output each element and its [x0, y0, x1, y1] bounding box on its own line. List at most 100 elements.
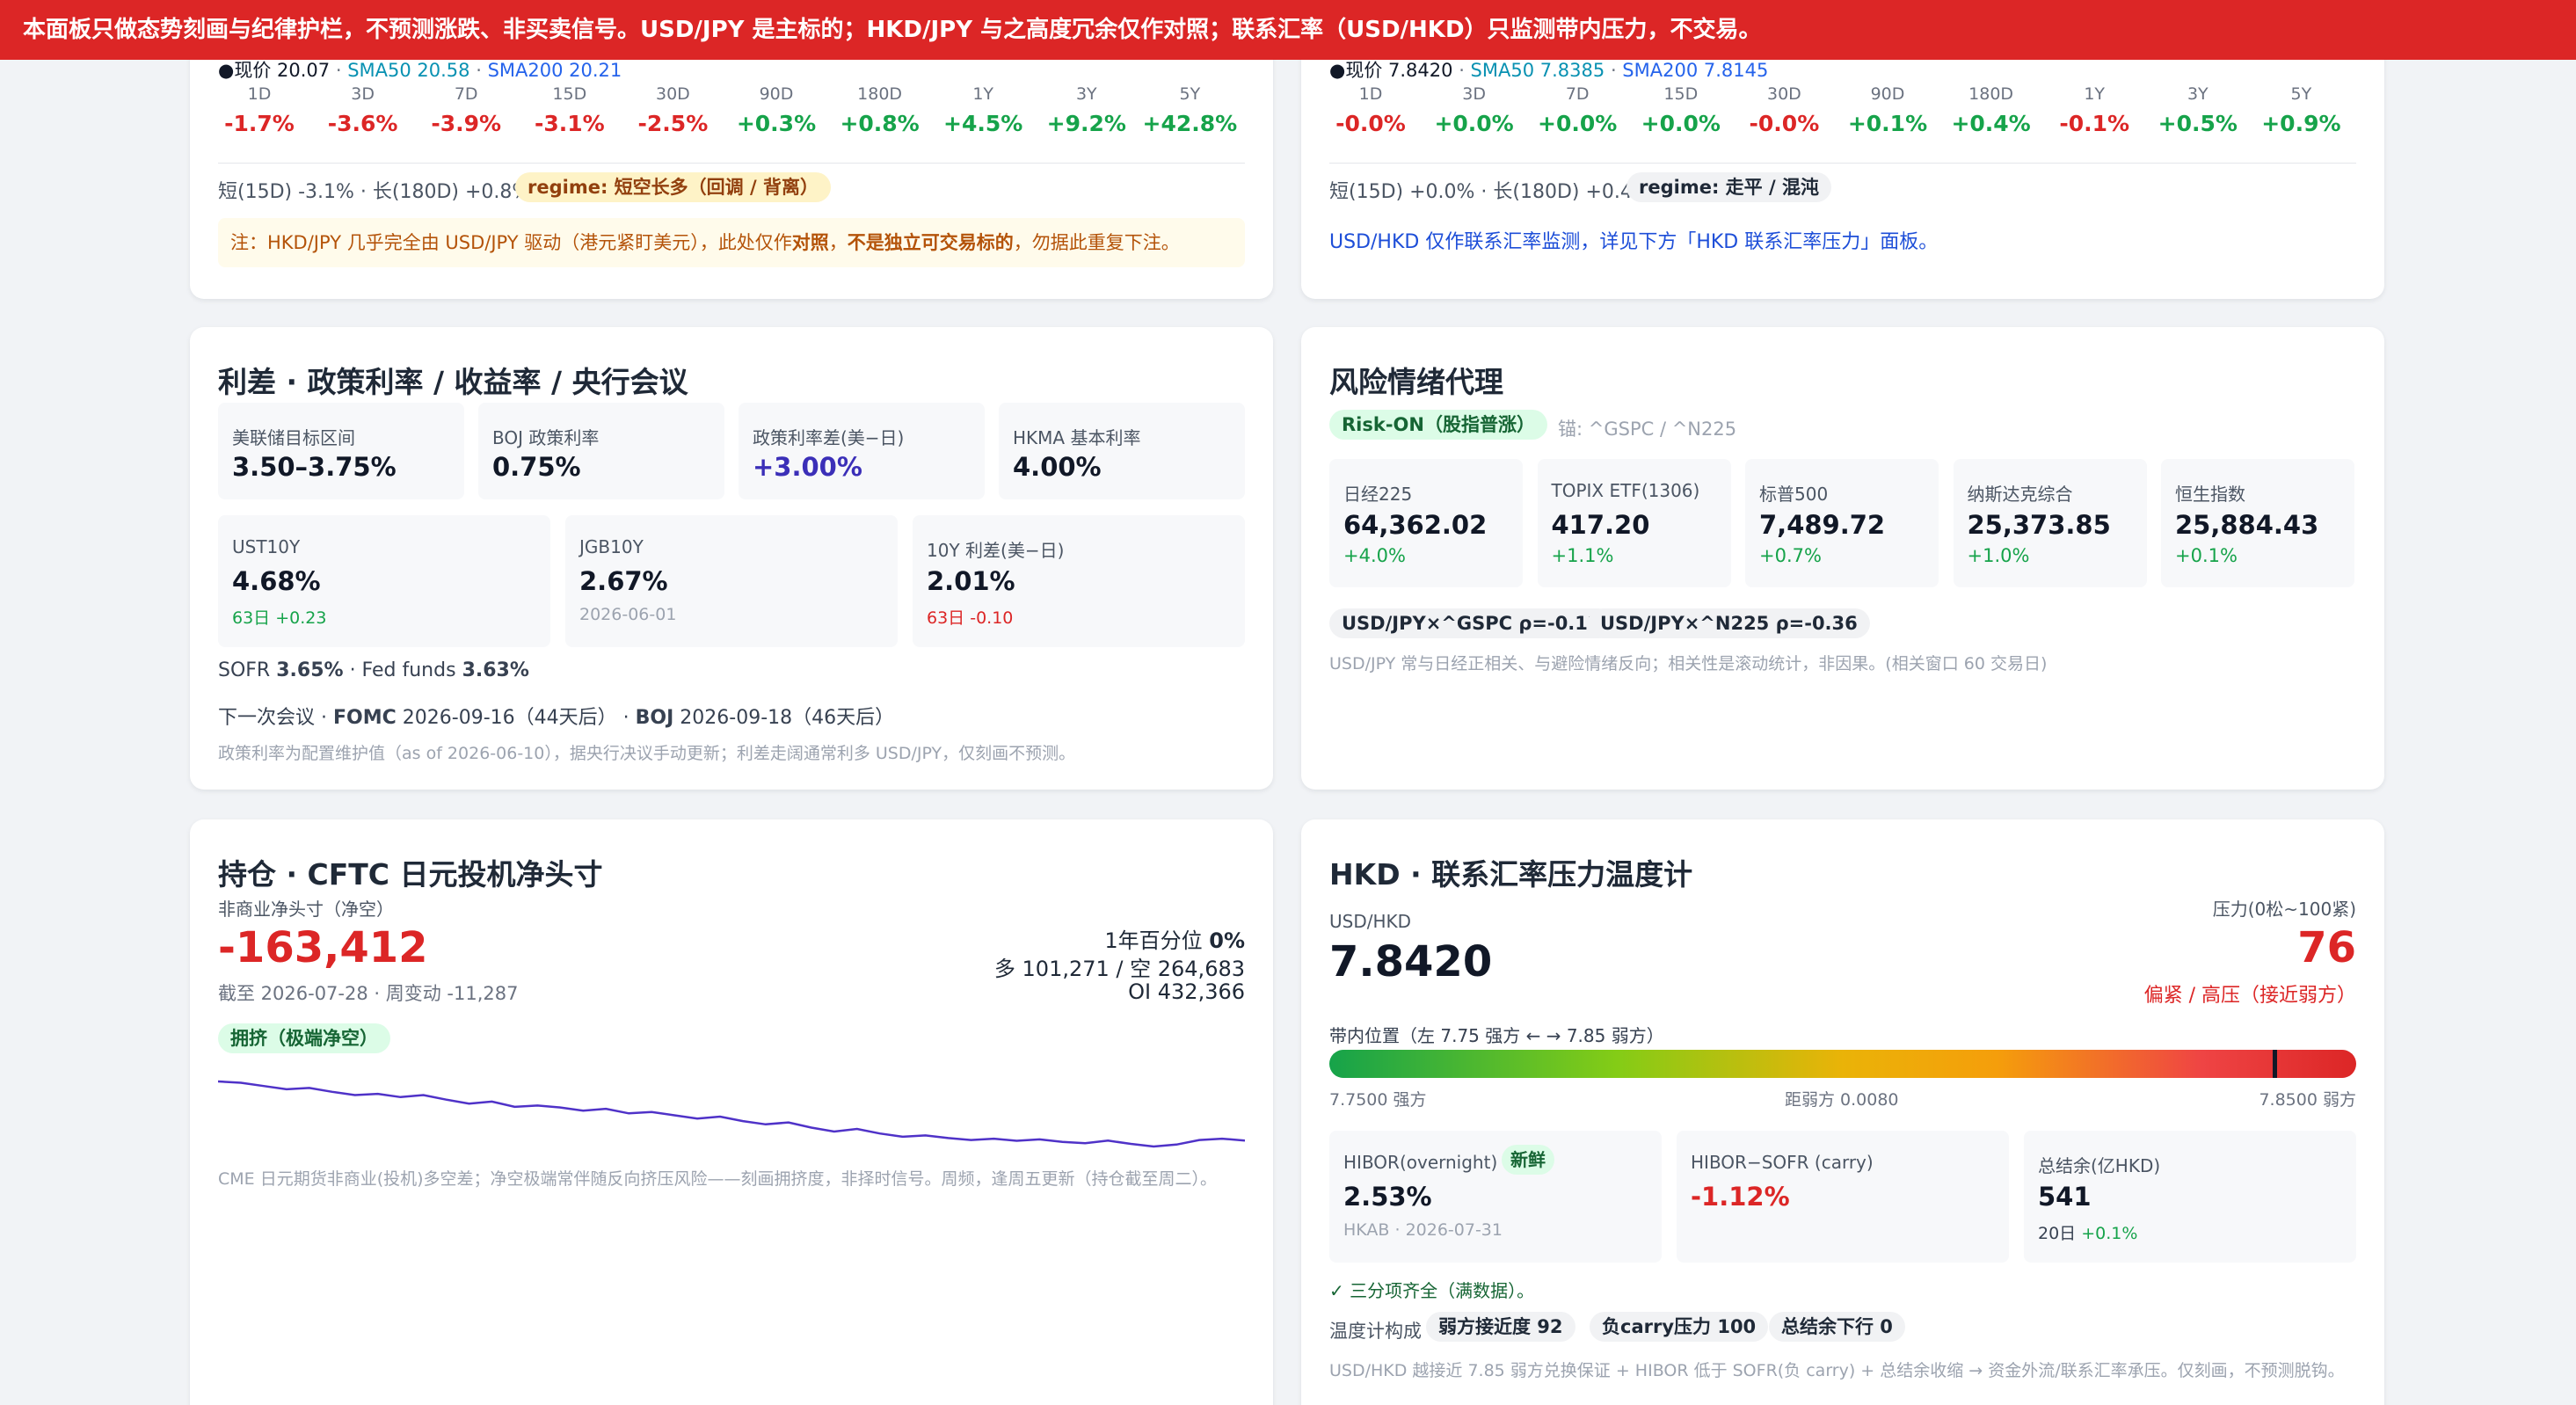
period-label: 180D — [1968, 84, 2014, 104]
period-label: 1D — [247, 84, 272, 104]
period-label: 3D — [1462, 84, 1486, 104]
index-change: +1.1% — [1551, 545, 1614, 566]
period-label: 7D — [454, 84, 478, 104]
tile-label: HKMA 基本利率 — [1013, 427, 1141, 448]
disclaimer-banner: 本面板只做态势刻画与纪律护栏，不预测涨跌、非买卖信号。USD/JPY 是主标的；… — [0, 0, 2576, 60]
composition-pill: 弱方接近度 92 — [1426, 1312, 1575, 1342]
period-label: 5Y — [1179, 84, 1201, 104]
period-return: -0.1% — [2059, 111, 2130, 136]
index-tile: 标普500 7,489.72 +0.7% — [1745, 459, 1939, 587]
band-marker — [2272, 1050, 2277, 1078]
crowded-badge: 拥挤（极端净空） — [218, 1023, 390, 1053]
yield-tile: JGB10Y 2.67% 2026-06-01 — [565, 515, 898, 647]
index-change: +1.0% — [1967, 545, 2030, 566]
risk-card: 风险情绪代理 Risk-ON（股指普涨） 锚: ^GSPC / ^N225 日经… — [1301, 327, 2384, 790]
divider — [218, 163, 1245, 164]
cftc-note: CME 日元期货非商业(投机)多空差；净空极端常伴随反向挤压风险——刻画拥挤度，… — [218, 1169, 1218, 1189]
index-name: 纳斯达克综合 — [1967, 484, 2073, 505]
regime-badge: regime: 走平 / 混沌 — [1626, 172, 1831, 202]
composition-label: 温度计构成 — [1329, 1321, 1422, 1342]
rates-title: 利差 · 政策利率 / 收益率 / 央行会议 — [218, 365, 688, 399]
risk-note: USD/JPY 常与日经正相关、与避险情绪反向；相关性是滚动统计，非因果。(相关… — [1329, 654, 2048, 673]
tile-label: HIBOR(overnight) — [1343, 1152, 1498, 1173]
tile-source: HKAB · 2026-07-31 — [1343, 1220, 1503, 1240]
hibor-tile: HIBOR(overnight) 新鲜 2.53% HKAB · 2026-07-31 — [1329, 1131, 1662, 1263]
cftc-title: 持仓 · CFTC 日元投机净头寸 — [218, 857, 603, 892]
period-label: 3Y — [2187, 84, 2209, 104]
composition-pill: 负carry压力 100 — [1590, 1312, 1769, 1342]
index-value: 417.20 — [1551, 510, 1650, 540]
tile-value: +3.00% — [753, 452, 862, 482]
period-return: -3.9% — [431, 111, 502, 136]
tile-value: -1.12% — [1691, 1182, 1790, 1212]
next-meeting-line: 下一次会议 · FOMC 2026-09-16（44天后） · BOJ 2026… — [218, 707, 895, 729]
index-value: 25,373.85 — [1967, 510, 2111, 540]
period-label: 5Y — [2290, 84, 2312, 104]
sparkline-path — [218, 1080, 1245, 1148]
pair-label: USD/HKD — [1329, 911, 1412, 932]
period-label: 30D — [655, 84, 690, 104]
tile-value: 4.68% — [232, 566, 321, 596]
usdhkd-note: USD/HKD 仅作联系汇率监测，详见下方「HKD 联系汇率压力」面板。 — [1329, 231, 1939, 253]
tile-label: UST10Y — [232, 536, 301, 557]
period-label: 90D — [759, 84, 794, 104]
index-value: 64,362.02 — [1343, 510, 1488, 540]
tile-label: BOJ 政策利率 — [492, 427, 600, 448]
period-return: +0.8% — [840, 111, 920, 136]
period-return: -1.7% — [224, 111, 295, 136]
period-return: +0.4% — [1951, 111, 2031, 136]
tile-label: 美联储目标区间 — [232, 427, 355, 448]
period-label: 15D — [1663, 84, 1699, 104]
period-label: 1D — [1358, 84, 1383, 104]
band-gauge — [1329, 1050, 2356, 1078]
rates-card: 利差 · 政策利率 / 收益率 / 央行会议 美联储目标区间 3.50–3.75%… — [190, 327, 1273, 790]
asof-text: 截至 2026-07-28 · 周变动 -11,287 — [218, 983, 519, 1004]
index-change: +0.1% — [2175, 545, 2238, 566]
period-return: +9.2% — [1046, 111, 1126, 136]
pressure-label: 压力(0松~100紧) — [2212, 899, 2356, 920]
band-right-label: 7.8500 弱方 — [2259, 1090, 2356, 1110]
period-return: +0.9% — [2261, 111, 2341, 136]
policy-rate-tile: 美联储目标区间 3.50–3.75% — [218, 403, 464, 499]
index-change: +4.0% — [1343, 545, 1406, 566]
aggregate-balance-tile: 总结余(亿HKD) 541 20日 +0.1% — [2024, 1131, 2356, 1263]
tile-value: 2.01% — [927, 566, 1015, 596]
regime-badge: regime: 短空长多（回调 / 背离） — [515, 172, 831, 202]
band-label: 带内位置（左 7.75 强方 ← → 7.85 弱方） — [1329, 1025, 1664, 1046]
boj-label: BOJ — [635, 707, 674, 729]
yield-tile: UST10Y 4.68% 63日 +0.23 — [218, 515, 550, 647]
net-position-label: 非商业净头寸（净空） — [218, 899, 394, 920]
period-label: 3D — [351, 84, 375, 104]
index-name: 日经225 — [1343, 484, 1413, 505]
index-tile: 纳斯达克综合 25,373.85 +1.0% — [1953, 459, 2147, 587]
sma200-label: SMA200 7.8145 — [1622, 60, 1769, 81]
anchor-text: 锚: ^GSPC / ^N225 — [1558, 419, 1737, 440]
index-change: +0.7% — [1759, 545, 1822, 566]
band-left-label: 7.7500 强方 — [1329, 1090, 1427, 1110]
tile-change: 20日 +0.1% — [2038, 1224, 2138, 1243]
corr-gspc-badge: USD/JPY×^GSPC ρ=-0.12 — [1329, 608, 1613, 638]
policy-rate-tile: 政策利率差(美−日) +3.00% — [739, 403, 985, 499]
index-tile: 日经225 64,362.02 +4.0% — [1329, 459, 1523, 587]
tile-change: 63日 +0.23 — [232, 608, 327, 628]
composition-pill: 总结余下行 0 — [1769, 1312, 1905, 1342]
carry-tile: HIBOR−SOFR (carry) -1.12% — [1677, 1131, 2009, 1263]
period-label: 1Y — [972, 84, 994, 104]
index-name: 标普500 — [1759, 484, 1829, 505]
corr-n225-badge: USD/JPY×^N225 ρ=-0.36 — [1588, 608, 1870, 638]
tile-value: 2.67% — [579, 566, 668, 596]
period-return: +0.5% — [2158, 111, 2238, 136]
trend-text: 短(15D) +0.0% · 长(180D) +0.4% — [1329, 181, 1651, 203]
tile-label: JGB10Y — [579, 536, 644, 557]
data-check: ✓ 三分项齐全（满数据）。 — [1329, 1280, 1535, 1301]
divider — [1329, 163, 2356, 164]
note-box: 注：HKD/JPY 几乎完全由 USD/JPY 驱动（港元紧盯美元），此处仅作对… — [218, 218, 1245, 267]
fresh-badge: 新鲜 — [1502, 1145, 1554, 1175]
index-name: 恒生指数 — [2175, 484, 2245, 505]
period-return: +0.0% — [1641, 111, 1721, 136]
policy-rate-tile: BOJ 政策利率 0.75% — [478, 403, 724, 499]
rates-footnote: 政策利率为配置维护值（as of 2026-06-10），据央行决议手动更新；利… — [218, 744, 1076, 763]
tile-value: 4.00% — [1013, 452, 1102, 482]
period-return: +0.0% — [1434, 111, 1514, 136]
period-return: +4.5% — [943, 111, 1023, 136]
